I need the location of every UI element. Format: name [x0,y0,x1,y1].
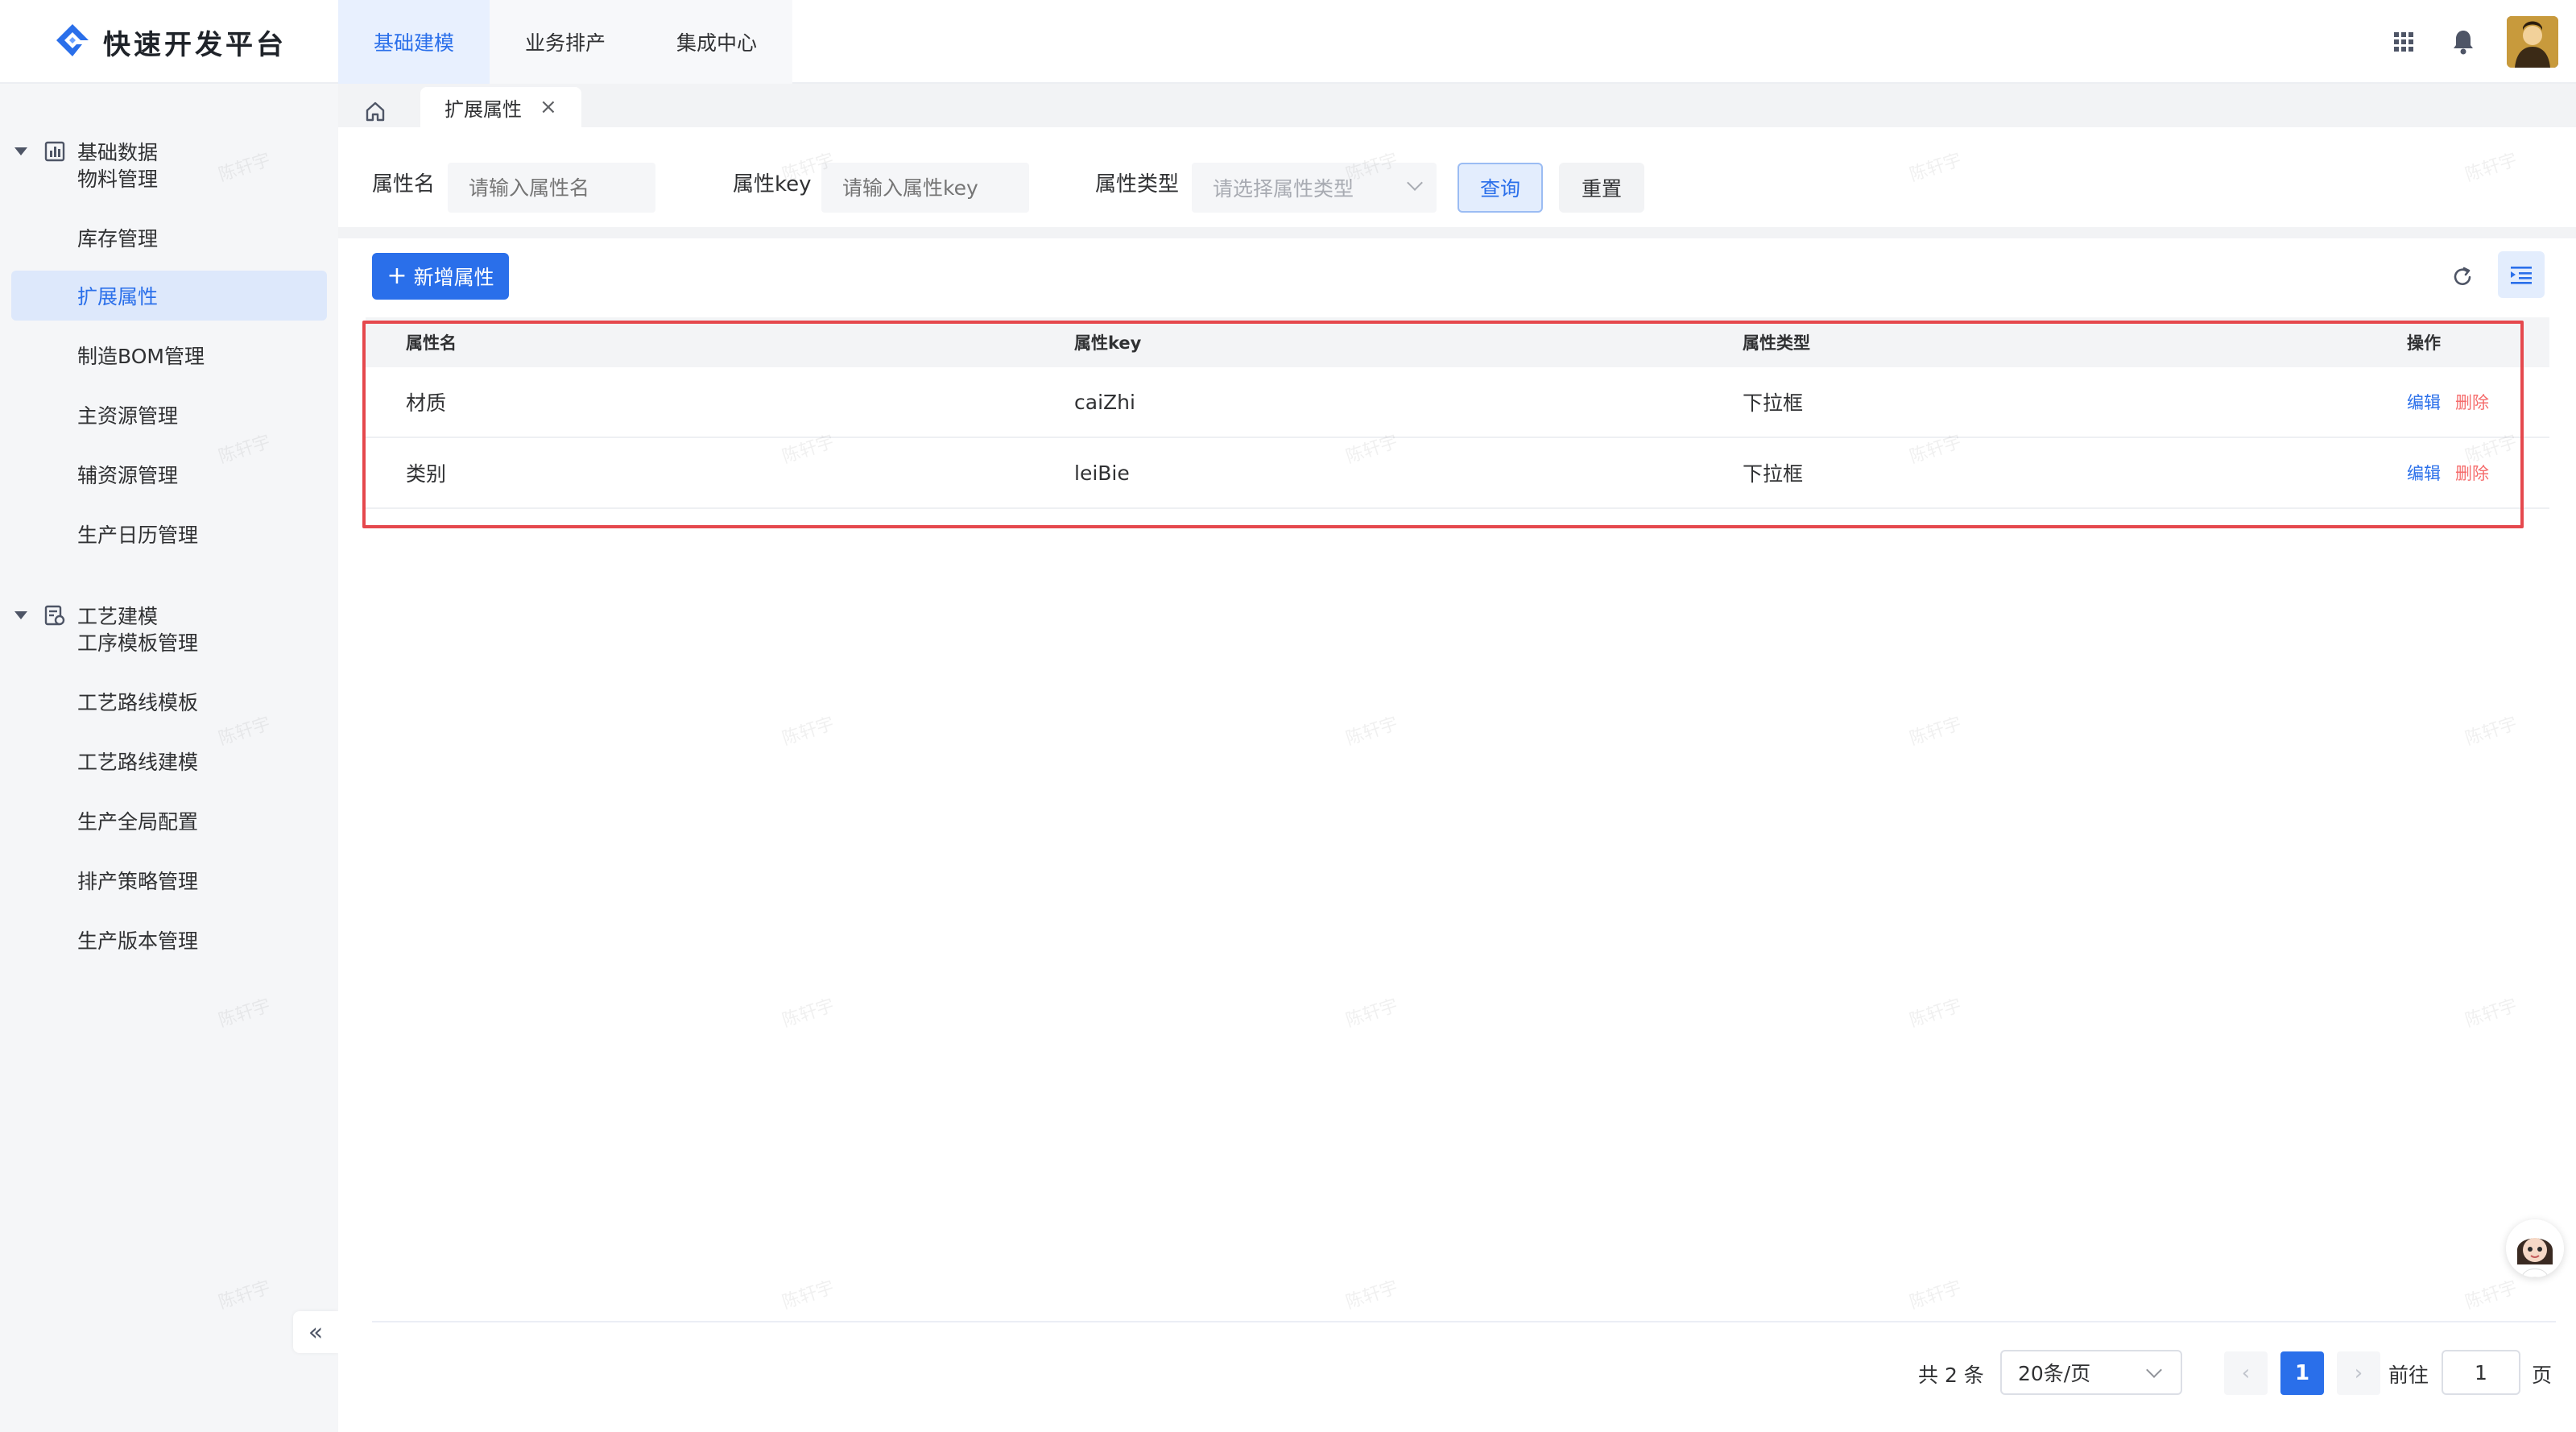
cell-key: leiBie [1074,461,1130,485]
top-nav-item-integration[interactable]: 集成中心 [641,0,792,84]
filter-panel: 属性名 属性key 属性类型 请选择属性类型 查询 重置 [338,127,2576,227]
column-header-type: 属性类型 [1743,333,1810,353]
reset-button[interactable]: 重置 [1559,163,1644,213]
table-row: 材质 caiZhi 下拉框 编辑 删除 [366,367,2549,438]
cell-name: 材质 [406,391,447,415]
goto-label: 前往 [2388,1364,2429,1387]
sidebar-item-bom[interactable]: 制造BOM管理 [11,330,327,380]
sidebar-item-version[interactable]: 生产版本管理 [11,915,327,965]
sidebar-item-extended-attributes[interactable]: 扩展属性 [11,271,327,321]
chevron-down-icon [1407,175,1423,191]
plus-icon: + [387,262,407,290]
cell-key: caiZhi [1074,390,1135,414]
attr-type-placeholder: 请选择属性类型 [1213,177,1354,201]
attributes-table: 属性名 属性key 属性类型 操作 材质 caiZhi 下拉框 编辑 删除 类别 … [366,317,2549,509]
cell-type: 下拉框 [1743,391,1804,415]
attr-key-input[interactable] [821,163,1029,213]
chevron-down-icon [2146,1362,2162,1378]
density-icon[interactable] [2498,251,2545,298]
tab-extended-attributes[interactable]: 扩展属性 × [420,87,581,127]
sidebar-item-calendar[interactable]: 生产日历管理 [11,509,327,559]
user-avatar[interactable] [2507,16,2558,68]
total-count: 共 2 条 [1918,1364,1984,1387]
logo-icon [56,24,89,56]
edit-link[interactable]: 编辑 [2407,464,2441,483]
next-page-button[interactable]: › [2337,1351,2380,1395]
column-header-key: 属性key [1074,333,1142,353]
sidebar-item-strategy[interactable]: 排产策略管理 [11,855,327,905]
refresh-icon[interactable] [2442,256,2483,298]
sidebar-item-inventory[interactable]: 库存管理 [11,213,327,263]
cell-name: 类别 [406,462,447,486]
footer-divider [372,1321,2556,1322]
attr-type-select[interactable]: 请选择属性类型 [1192,163,1437,213]
header-actions [2388,14,2558,69]
main-card: + 新增属性 属性名 属性key 属性类型 操作 材质 caiZhi 下拉框 编… [338,238,2576,1432]
top-nav-item-basic-modeling[interactable]: 基础建模 [338,0,490,84]
pagination: 共 2 条 20条/页 ‹ 1 › 前往 1 页 [338,1350,2576,1395]
page-size-value: 20条/页 [2018,1362,2091,1385]
app-title: 快速开发平台 [103,28,287,61]
attr-name-input[interactable] [448,163,655,213]
tab-label: 扩展属性 [444,97,522,121]
sidebar: 基础数据 物料管理 库存管理 扩展属性 制造BOM管理 主资源管理 辅资源管理 … [0,84,338,1432]
add-attribute-button[interactable]: + 新增属性 [372,253,509,300]
table-header: 属性名 属性key 属性类型 操作 [366,317,2549,367]
sidebar-collapse-button[interactable]: « [293,1311,338,1353]
sidebar-item-main-resource[interactable]: 主资源管理 [11,390,327,440]
query-button[interactable]: 查询 [1458,163,1543,213]
top-bar: 快速开发平台 基础建模 业务排产 集成中心 [0,0,2576,84]
sidebar-item-material[interactable]: 物料管理 [11,153,327,203]
column-header-actions: 操作 [2407,333,2441,353]
attr-name-label: 属性名 [372,172,436,197]
add-attribute-label: 新增属性 [413,266,494,289]
apps-grid-icon[interactable] [2388,26,2420,58]
sidebar-item-route-template[interactable]: 工艺路线模板 [11,677,327,726]
table-row: 类别 leiBie 下拉框 编辑 删除 [366,438,2549,509]
delete-link[interactable]: 删除 [2455,393,2489,412]
top-nav-item-scheduling[interactable]: 业务排产 [490,0,641,84]
app-logo[interactable]: 快速开发平台 [52,18,287,66]
assistant-avatar[interactable] [2506,1219,2564,1277]
column-header-name: 属性名 [406,333,457,353]
attr-key-label: 属性key [733,172,812,197]
sidebar-item-global-config[interactable]: 生产全局配置 [11,796,327,846]
page-number-current[interactable]: 1 [2280,1351,2324,1395]
cell-type: 下拉框 [1743,462,1804,486]
goto-page-input[interactable]: 1 [2442,1350,2520,1395]
sidebar-item-aux-resource[interactable]: 辅资源管理 [11,449,327,499]
attr-type-label: 属性类型 [1095,172,1180,197]
sidebar-item-route-modeling[interactable]: 工艺路线建模 [11,736,327,786]
prev-page-button[interactable]: ‹ [2224,1351,2268,1395]
close-icon[interactable]: × [540,95,557,119]
bell-icon[interactable] [2447,26,2479,58]
page-unit-label: 页 [2532,1364,2553,1387]
home-icon[interactable] [359,95,391,127]
top-nav: 基础建模 业务排产 集成中心 [338,0,793,84]
delete-link[interactable]: 删除 [2455,464,2489,483]
tab-strip: 扩展属性 × [338,84,2576,127]
sidebar-item-process-template[interactable]: 工序模板管理 [11,617,327,667]
edit-link[interactable]: 编辑 [2407,393,2441,412]
page-size-select[interactable]: 20条/页 [2000,1350,2182,1395]
